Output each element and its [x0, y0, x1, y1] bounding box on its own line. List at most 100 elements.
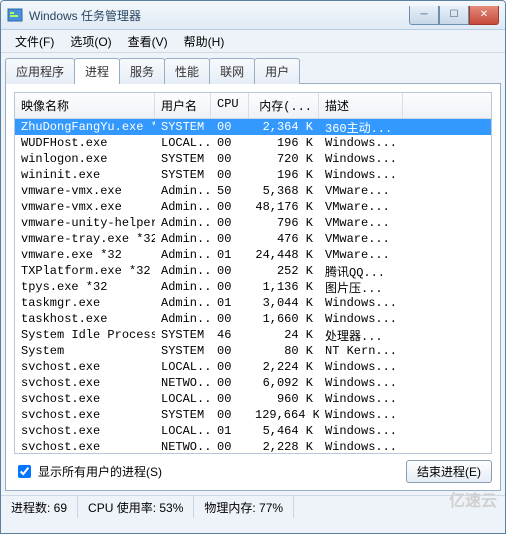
table-row[interactable]: svchost.exeNETWO..006,092 KWindows... [15, 375, 491, 391]
cell: VMware... [319, 199, 403, 215]
table-row[interactable]: winlogon.exeSYSTEM00720 KWindows... [15, 151, 491, 167]
cell: Admin.. [155, 295, 211, 311]
table-row[interactable]: SystemSYSTEM0080 KNT Kern... [15, 343, 491, 359]
cell: Windows... [319, 167, 403, 183]
process-list: 映像名称 用户名 CPU 内存(... 描述 ZhuDongFangYu.exe… [14, 92, 492, 454]
col-memory[interactable]: 内存(... [249, 93, 319, 118]
cell: svchost.exe [15, 391, 155, 407]
maximize-button[interactable]: ☐ [439, 6, 469, 25]
cell: 00 [211, 135, 249, 151]
table-row[interactable]: svchost.exeNETWO..002,228 KWindows... [15, 439, 491, 454]
table-row[interactable]: WUDFHost.exeLOCAL..00196 KWindows... [15, 135, 491, 151]
app-icon [7, 7, 23, 23]
titlebar[interactable]: Windows 任务管理器 ─ ☐ ✕ [1, 1, 505, 30]
cell: NT Kern... [319, 343, 403, 359]
tab-services[interactable]: 服务 [119, 58, 165, 84]
cell: 48,176 K [249, 199, 319, 215]
cell: Windows... [319, 359, 403, 375]
cell: tpys.exe *32 [15, 279, 155, 295]
table-row[interactable]: svchost.exeLOCAL..002,224 KWindows... [15, 359, 491, 375]
close-button[interactable]: ✕ [469, 6, 499, 25]
cell: vmware-vmx.exe [15, 183, 155, 199]
col-user[interactable]: 用户名 [155, 93, 211, 118]
cell: 5,368 K [249, 183, 319, 199]
col-image-name[interactable]: 映像名称 [15, 93, 155, 118]
cell: 00 [211, 231, 249, 247]
table-row[interactable]: taskmgr.exeAdmin..013,044 KWindows... [15, 295, 491, 311]
cell: 3,044 K [249, 295, 319, 311]
cell: TXPlatform.exe *32 [15, 263, 155, 279]
cell: 00 [211, 375, 249, 391]
cell: SYSTEM [155, 343, 211, 359]
table-row[interactable]: TXPlatform.exe *32Admin..00252 K腾讯QQ... [15, 263, 491, 279]
table-row[interactable]: vmware-vmx.exeAdmin..505,368 KVMware... [15, 183, 491, 199]
cell: vmware-unity-helper... [15, 215, 155, 231]
menu-view[interactable]: 查看(V) [120, 31, 176, 52]
cell: svchost.exe [15, 359, 155, 375]
cell: 00 [211, 199, 249, 215]
table-row[interactable]: vmware.exe *32Admin..0124,448 KVMware... [15, 247, 491, 263]
cell: Windows... [319, 375, 403, 391]
tab-networking[interactable]: 联网 [209, 58, 255, 84]
table-row[interactable]: vmware-unity-helper...Admin..00796 KVMwa… [15, 215, 491, 231]
list-header: 映像名称 用户名 CPU 内存(... 描述 [15, 93, 491, 119]
col-description[interactable]: 描述 [319, 93, 403, 118]
cell: 00 [211, 119, 249, 135]
tab-performance[interactable]: 性能 [164, 58, 210, 84]
status-processes: 进程数: 69 [1, 496, 78, 518]
table-row[interactable]: svchost.exeLOCAL..00960 KWindows... [15, 391, 491, 407]
tab-users[interactable]: 用户 [254, 58, 300, 84]
cell: Admin.. [155, 279, 211, 295]
task-manager-window: Windows 任务管理器 ─ ☐ ✕ 文件(F) 选项(O) 查看(V) 帮助… [0, 0, 506, 534]
cell: 00 [211, 151, 249, 167]
cell: 796 K [249, 215, 319, 231]
cell: vmware-vmx.exe [15, 199, 155, 215]
cell: 46 [211, 327, 249, 343]
show-all-users-label: 显示所有用户的进程(S) [38, 463, 162, 480]
show-all-users-checkbox[interactable]: 显示所有用户的进程(S) [14, 462, 162, 481]
table-row[interactable]: vmware-vmx.exeAdmin..0048,176 KVMware... [15, 199, 491, 215]
table-row[interactable]: tpys.exe *32Admin..001,136 K图片压... [15, 279, 491, 295]
statusbar: 进程数: 69 CPU 使用率: 53% 物理内存: 77% [1, 495, 505, 518]
menu-options[interactable]: 选项(O) [62, 31, 119, 52]
cell: 00 [211, 439, 249, 454]
menu-file[interactable]: 文件(F) [7, 31, 62, 52]
cell: 24,448 K [249, 247, 319, 263]
table-row[interactable]: wininit.exeSYSTEM00196 KWindows... [15, 167, 491, 183]
table-row[interactable]: taskhost.exeAdmin..001,660 KWindows... [15, 311, 491, 327]
cell: VMware... [319, 231, 403, 247]
window-title: Windows 任务管理器 [29, 7, 409, 24]
end-process-button[interactable]: 结束进程(E) [406, 460, 492, 483]
show-all-users-input[interactable] [18, 465, 31, 478]
cell: Windows... [319, 135, 403, 151]
cell: winlogon.exe [15, 151, 155, 167]
table-row[interactable]: System Idle ProcessSYSTEM4624 K处理器... [15, 327, 491, 343]
cell: System Idle Process [15, 327, 155, 343]
list-body[interactable]: ZhuDongFangYu.exe *32SYSTEM002,364 K360主… [15, 119, 491, 454]
cell: Admin.. [155, 263, 211, 279]
cell: 00 [211, 311, 249, 327]
cell: 24 K [249, 327, 319, 343]
cell: Admin.. [155, 231, 211, 247]
minimize-button[interactable]: ─ [409, 6, 439, 25]
tab-applications[interactable]: 应用程序 [5, 58, 75, 84]
cell: Admin.. [155, 247, 211, 263]
status-memory: 物理内存: 77% [194, 496, 294, 518]
cell: 6,092 K [249, 375, 319, 391]
table-row[interactable]: vmware-tray.exe *32Admin..00476 KVMware.… [15, 231, 491, 247]
cell: 196 K [249, 167, 319, 183]
cell: 00 [211, 279, 249, 295]
cell: 00 [211, 407, 249, 423]
table-row[interactable]: ZhuDongFangYu.exe *32SYSTEM002,364 K360主… [15, 119, 491, 135]
cell: Admin.. [155, 215, 211, 231]
cell: LOCAL.. [155, 135, 211, 151]
cell: 1,136 K [249, 279, 319, 295]
col-cpu[interactable]: CPU [211, 93, 249, 118]
tab-processes[interactable]: 进程 [74, 58, 120, 84]
table-row[interactable]: svchost.exeLOCAL..015,464 KWindows... [15, 423, 491, 439]
cell: vmware.exe *32 [15, 247, 155, 263]
cell: svchost.exe [15, 375, 155, 391]
table-row[interactable]: svchost.exeSYSTEM00129,664 KWindows... [15, 407, 491, 423]
cell: 720 K [249, 151, 319, 167]
menu-help[interactable]: 帮助(H) [176, 31, 233, 52]
